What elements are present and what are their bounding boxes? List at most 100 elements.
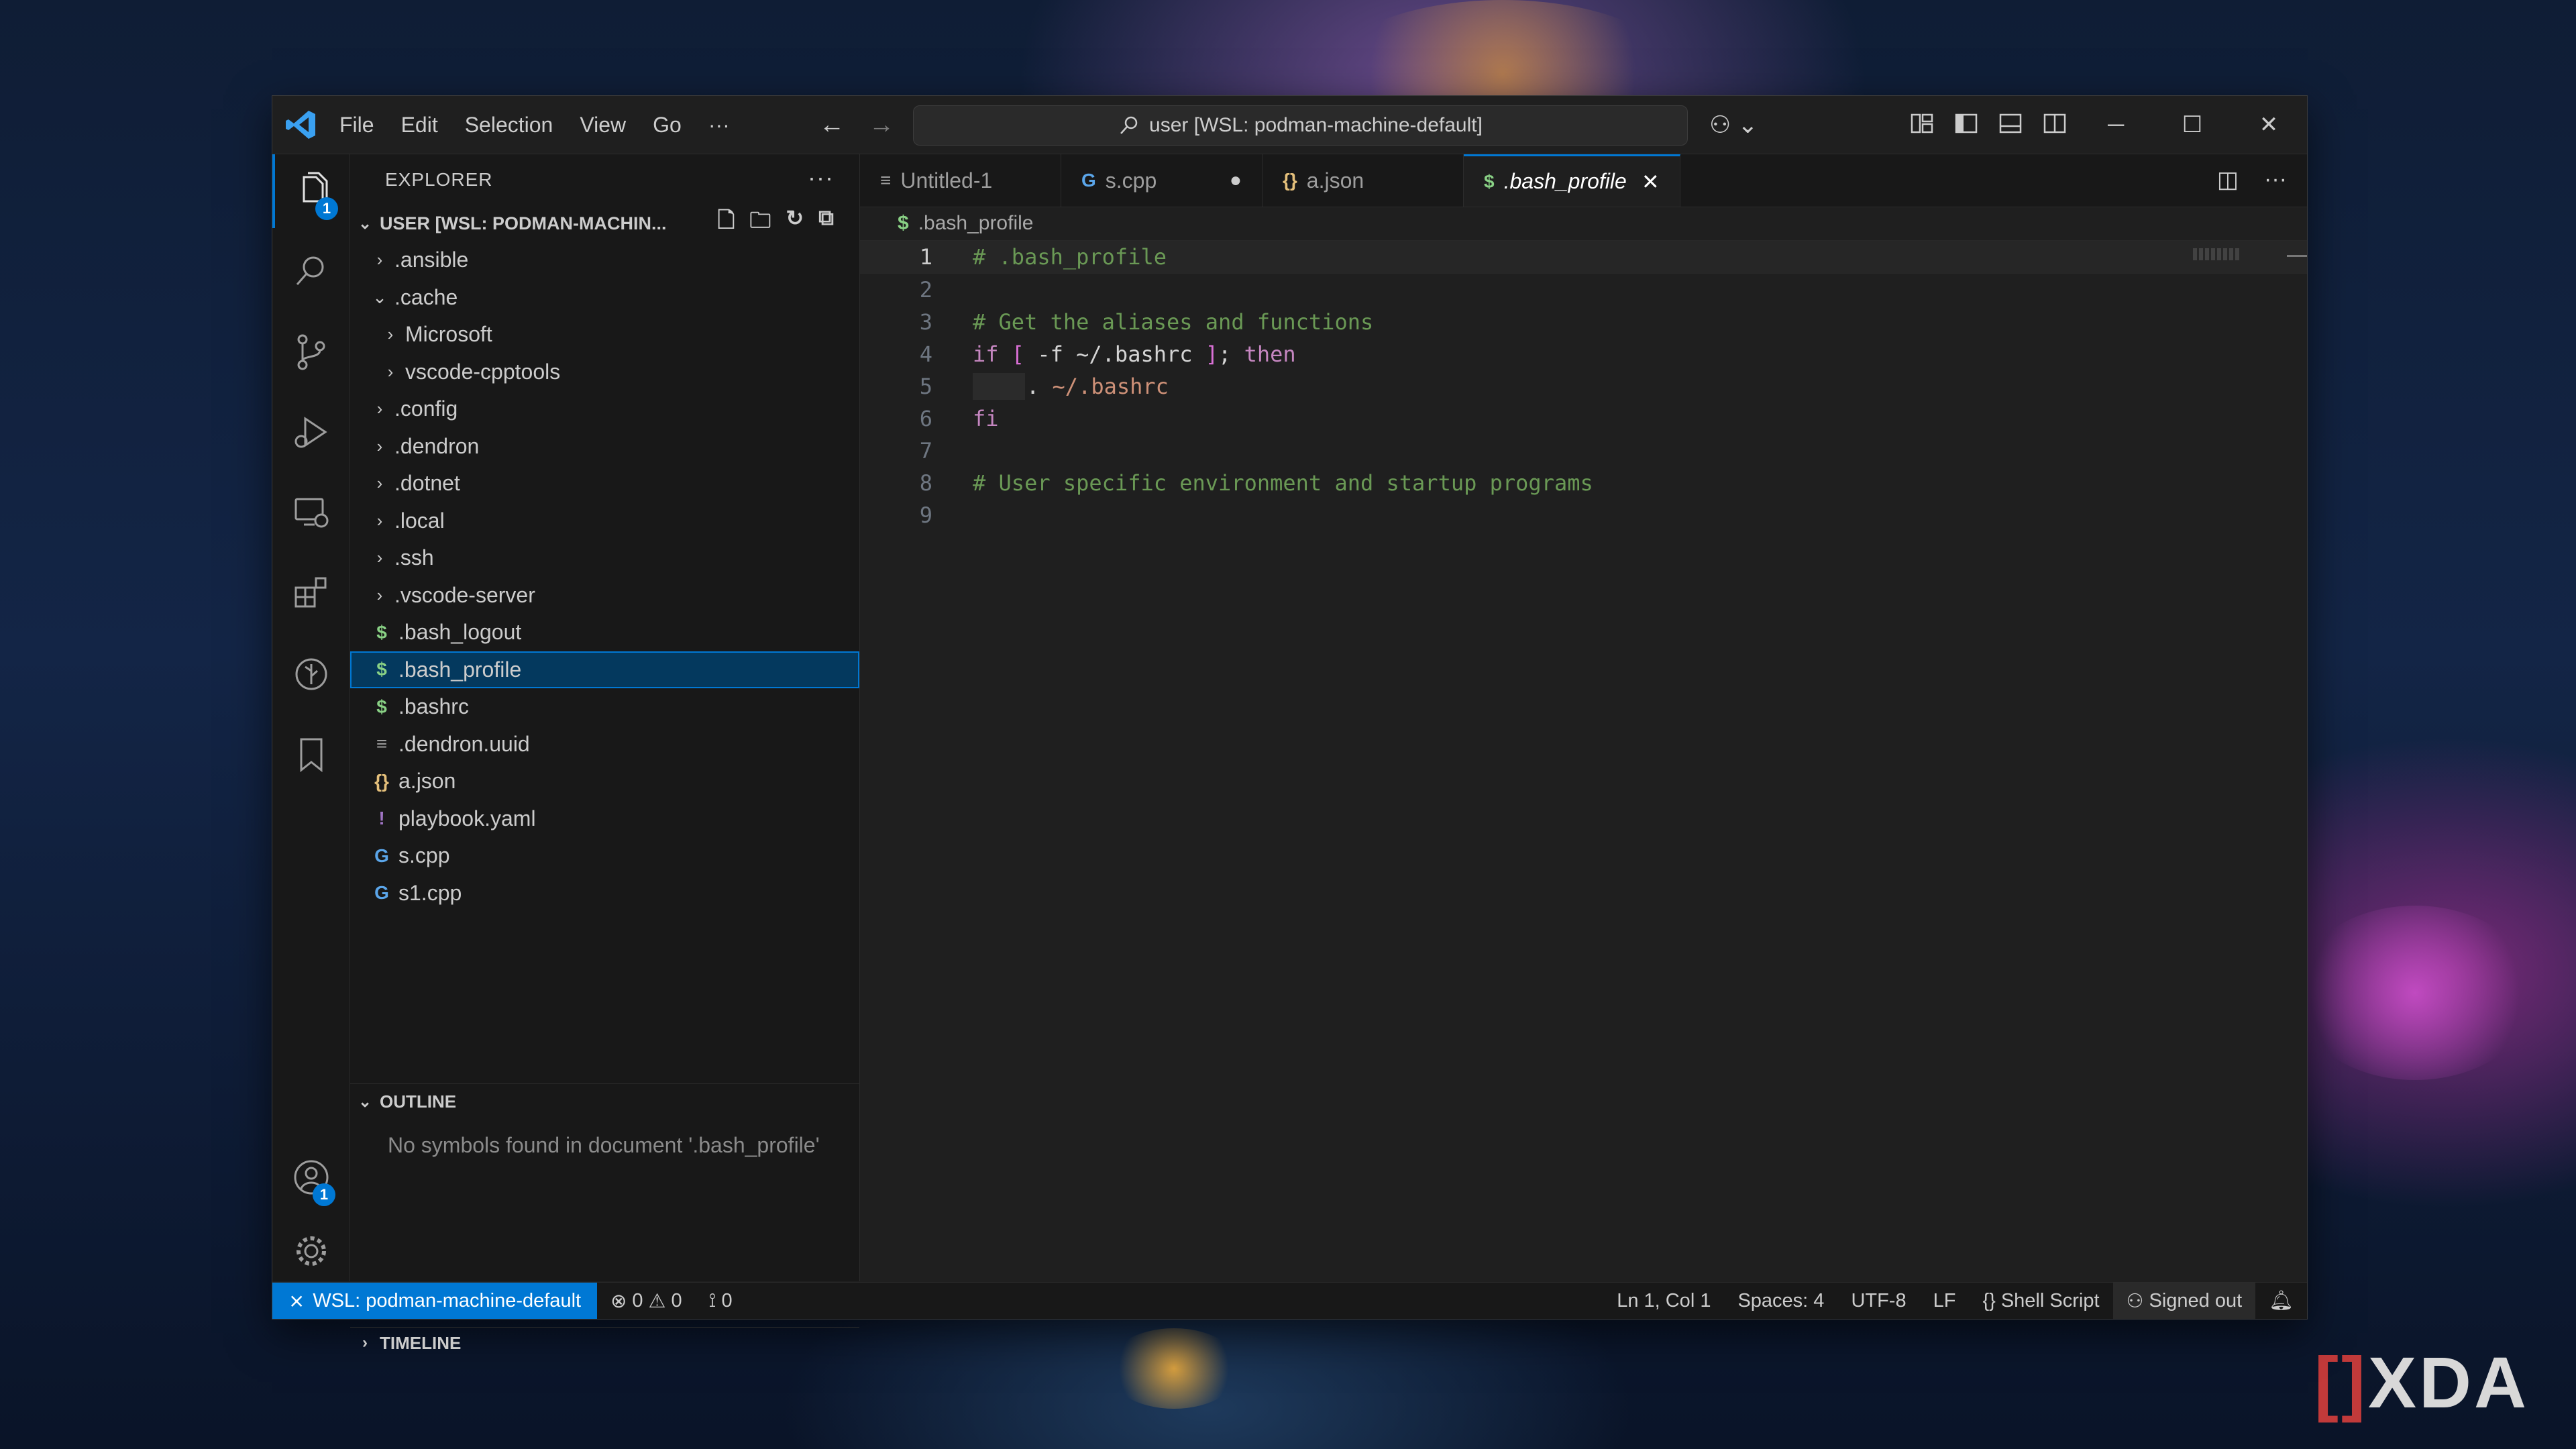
close-tab-icon[interactable]: ✕ bbox=[1642, 169, 1660, 195]
source-control-activity[interactable] bbox=[272, 315, 350, 389]
refresh-icon[interactable]: ↻ bbox=[786, 205, 804, 241]
outline-section: ⌄ OUTLINE No symbols found in document '… bbox=[350, 1083, 859, 1161]
folder-item[interactable]: ⌄ .cache bbox=[350, 279, 859, 317]
back-arrow-icon[interactable]: ← bbox=[819, 111, 845, 140]
toggle-secondary-sidebar-icon[interactable] bbox=[2042, 111, 2068, 136]
tab-untitled-1[interactable]: ≡ Untitled-1 bbox=[860, 154, 1061, 207]
folder-item[interactable]: › .config bbox=[350, 390, 859, 428]
accounts-activity[interactable]: 1 bbox=[272, 1140, 350, 1214]
code-line: 8 # User specific environment and startup… bbox=[860, 467, 2307, 499]
timeline-header[interactable]: › TIMELINE bbox=[350, 1328, 859, 1358]
ports-indicator[interactable]: ⟟ 0 bbox=[696, 1290, 746, 1312]
workspace-folder-name: USER [WSL: PODMAN-MACHIN... bbox=[380, 213, 667, 233]
file-item[interactable]: $ .bashrc bbox=[350, 688, 859, 726]
code-line: 2 bbox=[860, 274, 2307, 306]
dendron-activity[interactable] bbox=[272, 637, 350, 711]
code-line: 4 if [ -f ~/.bashrc ]; then bbox=[860, 338, 2307, 370]
tab-s-cpp[interactable]: G s.cpp ● bbox=[1061, 154, 1263, 207]
new-file-icon[interactable]: 🗋 bbox=[718, 205, 735, 241]
remote-explorer-activity[interactable] bbox=[272, 476, 350, 550]
menu-selection[interactable]: Selection bbox=[465, 113, 553, 138]
indentation[interactable]: Spaces: 4 bbox=[1724, 1290, 1837, 1312]
extensions-activity[interactable] bbox=[272, 557, 350, 631]
menu-go[interactable]: Go bbox=[653, 113, 682, 138]
tab-bash-profile[interactable]: $ .bash_profile ✕ bbox=[1464, 154, 1680, 207]
close-window-icon[interactable]: ✕ bbox=[2231, 96, 2307, 154]
folder-item[interactable]: › vscode-cpptools bbox=[350, 354, 859, 391]
menu-more[interactable]: ··· bbox=[708, 113, 730, 138]
status-bar: ⨯ WSL: podman-machine-default ⊗ 0 ⚠ 0 ⟟ 0 L… bbox=[272, 1282, 2307, 1319]
code-editor[interactable]: 1 # .bash_profile 2 3 # Get the aliases an… bbox=[860, 240, 2307, 531]
file-item[interactable]: ≡ .dendron.uuid bbox=[350, 726, 859, 763]
search-activity[interactable] bbox=[272, 235, 350, 309]
more-actions-icon[interactable]: ··· bbox=[2264, 166, 2287, 193]
file-item[interactable]: Gs.cpp bbox=[350, 837, 859, 875]
manage-activity[interactable] bbox=[272, 1214, 350, 1288]
extensions-icon bbox=[294, 577, 326, 608]
navigation-arrows: ← → bbox=[819, 111, 894, 140]
folder-item[interactable]: › .vscode-server bbox=[350, 577, 859, 614]
folder-item[interactable]: › Microsoft bbox=[350, 316, 859, 354]
collapse-all-icon[interactable]: ⧉ bbox=[818, 205, 834, 241]
new-folder-icon[interactable]: 🗀 bbox=[749, 205, 771, 241]
keyword-then: then bbox=[1244, 341, 1296, 367]
copilot-icon: ⚇ bbox=[2126, 1290, 2144, 1312]
split-editor-icon[interactable]: ◫ bbox=[2217, 166, 2239, 193]
menu-edit[interactable]: Edit bbox=[401, 113, 438, 138]
explorer-badge: 1 bbox=[315, 197, 338, 220]
folder-item[interactable]: › .local bbox=[350, 502, 859, 540]
code-line: 6 fi bbox=[860, 402, 2307, 435]
maximize-icon[interactable]: ☐ bbox=[2154, 96, 2231, 154]
comment-text: # User specific environment and startup … bbox=[973, 470, 1593, 496]
folder-item[interactable]: › .ansible bbox=[350, 241, 859, 279]
search-icon bbox=[1120, 116, 1138, 134]
explorer-more-icon[interactable]: ··· bbox=[808, 164, 834, 192]
menu-view[interactable]: View bbox=[580, 113, 626, 138]
shell-file-icon: $ bbox=[1484, 170, 1495, 192]
problems-indicator[interactable]: ⊗ 0 ⚠ 0 bbox=[597, 1289, 696, 1313]
breadcrumb-file[interactable]: .bash_profile bbox=[918, 212, 1034, 235]
copilot-status[interactable]: ⚇ Signed out bbox=[2112, 1283, 2256, 1319]
toggle-panel-icon[interactable] bbox=[1998, 111, 2023, 136]
tree-item-label: .bashrc bbox=[398, 694, 469, 719]
encoding[interactable]: UTF-8 bbox=[1837, 1290, 1919, 1312]
minimap[interactable] bbox=[2193, 248, 2240, 260]
toggle-primary-sidebar-icon[interactable] bbox=[1953, 111, 1979, 136]
run-debug-activity[interactable] bbox=[272, 396, 350, 470]
tree-item-label: .ansible bbox=[394, 248, 469, 272]
cursor-position[interactable]: Ln 1, Col 1 bbox=[1603, 1290, 1724, 1312]
workspace-folder-header[interactable]: ⌄ USER [WSL: PODMAN-MACHIN... 🗋 🗀 ↻ ⧉ bbox=[350, 205, 859, 241]
outline-header[interactable]: ⌄ OUTLINE bbox=[350, 1084, 859, 1119]
bookmarks-activity[interactable] bbox=[272, 718, 350, 792]
ports-count: 0 bbox=[721, 1289, 733, 1311]
layout-controls bbox=[1909, 111, 2068, 136]
copilot-icon[interactable]: ⚇ ⌄ bbox=[1709, 111, 1758, 139]
folder-item[interactable]: › .dotnet bbox=[350, 465, 859, 502]
explorer-sidebar: EXPLORER ··· ⌄ USER [WSL: PODMAN-MACHIN.… bbox=[350, 154, 860, 1353]
language-mode[interactable]: {} Shell Script bbox=[1969, 1290, 2112, 1312]
tree-item-label: Microsoft bbox=[405, 322, 492, 347]
unsaved-dot-icon[interactable]: ● bbox=[1230, 169, 1242, 192]
space-text bbox=[999, 341, 1012, 367]
command-center[interactable]: user [WSL: podman-machine-default] bbox=[913, 105, 1688, 146]
folder-item[interactable]: › .dendron bbox=[350, 428, 859, 466]
file-item[interactable]: $ .bash_profile bbox=[350, 651, 859, 688]
timeline-title: TIMELINE bbox=[380, 1332, 462, 1353]
tab-a-json[interactable]: {} a.json bbox=[1263, 154, 1464, 207]
scrollbar-marker[interactable] bbox=[2287, 255, 2307, 257]
file-item[interactable]: Gs1.cpp bbox=[350, 875, 859, 912]
minimize-icon[interactable]: ─ bbox=[2078, 96, 2154, 154]
file-item[interactable]: $ .bash_logout bbox=[350, 614, 859, 651]
explorer-activity[interactable]: 1 bbox=[272, 154, 352, 228]
error-icon: ⊗ bbox=[610, 1290, 627, 1312]
remote-indicator[interactable]: ⨯ WSL: podman-machine-default bbox=[272, 1283, 598, 1319]
file-item[interactable]: {} a.json bbox=[350, 763, 859, 800]
notifications-bell-icon[interactable]: 🔔︎ bbox=[2255, 1289, 2307, 1312]
folder-item[interactable]: › .ssh bbox=[350, 539, 859, 577]
file-item[interactable]: ! playbook.yaml bbox=[350, 800, 859, 838]
end-of-line[interactable]: LF bbox=[1920, 1290, 1970, 1312]
menu-file[interactable]: File bbox=[339, 113, 374, 138]
customize-layout-icon[interactable] bbox=[1909, 111, 1935, 136]
forward-arrow-icon[interactable]: → bbox=[869, 111, 894, 140]
chevron-right-icon: › bbox=[376, 473, 383, 494]
